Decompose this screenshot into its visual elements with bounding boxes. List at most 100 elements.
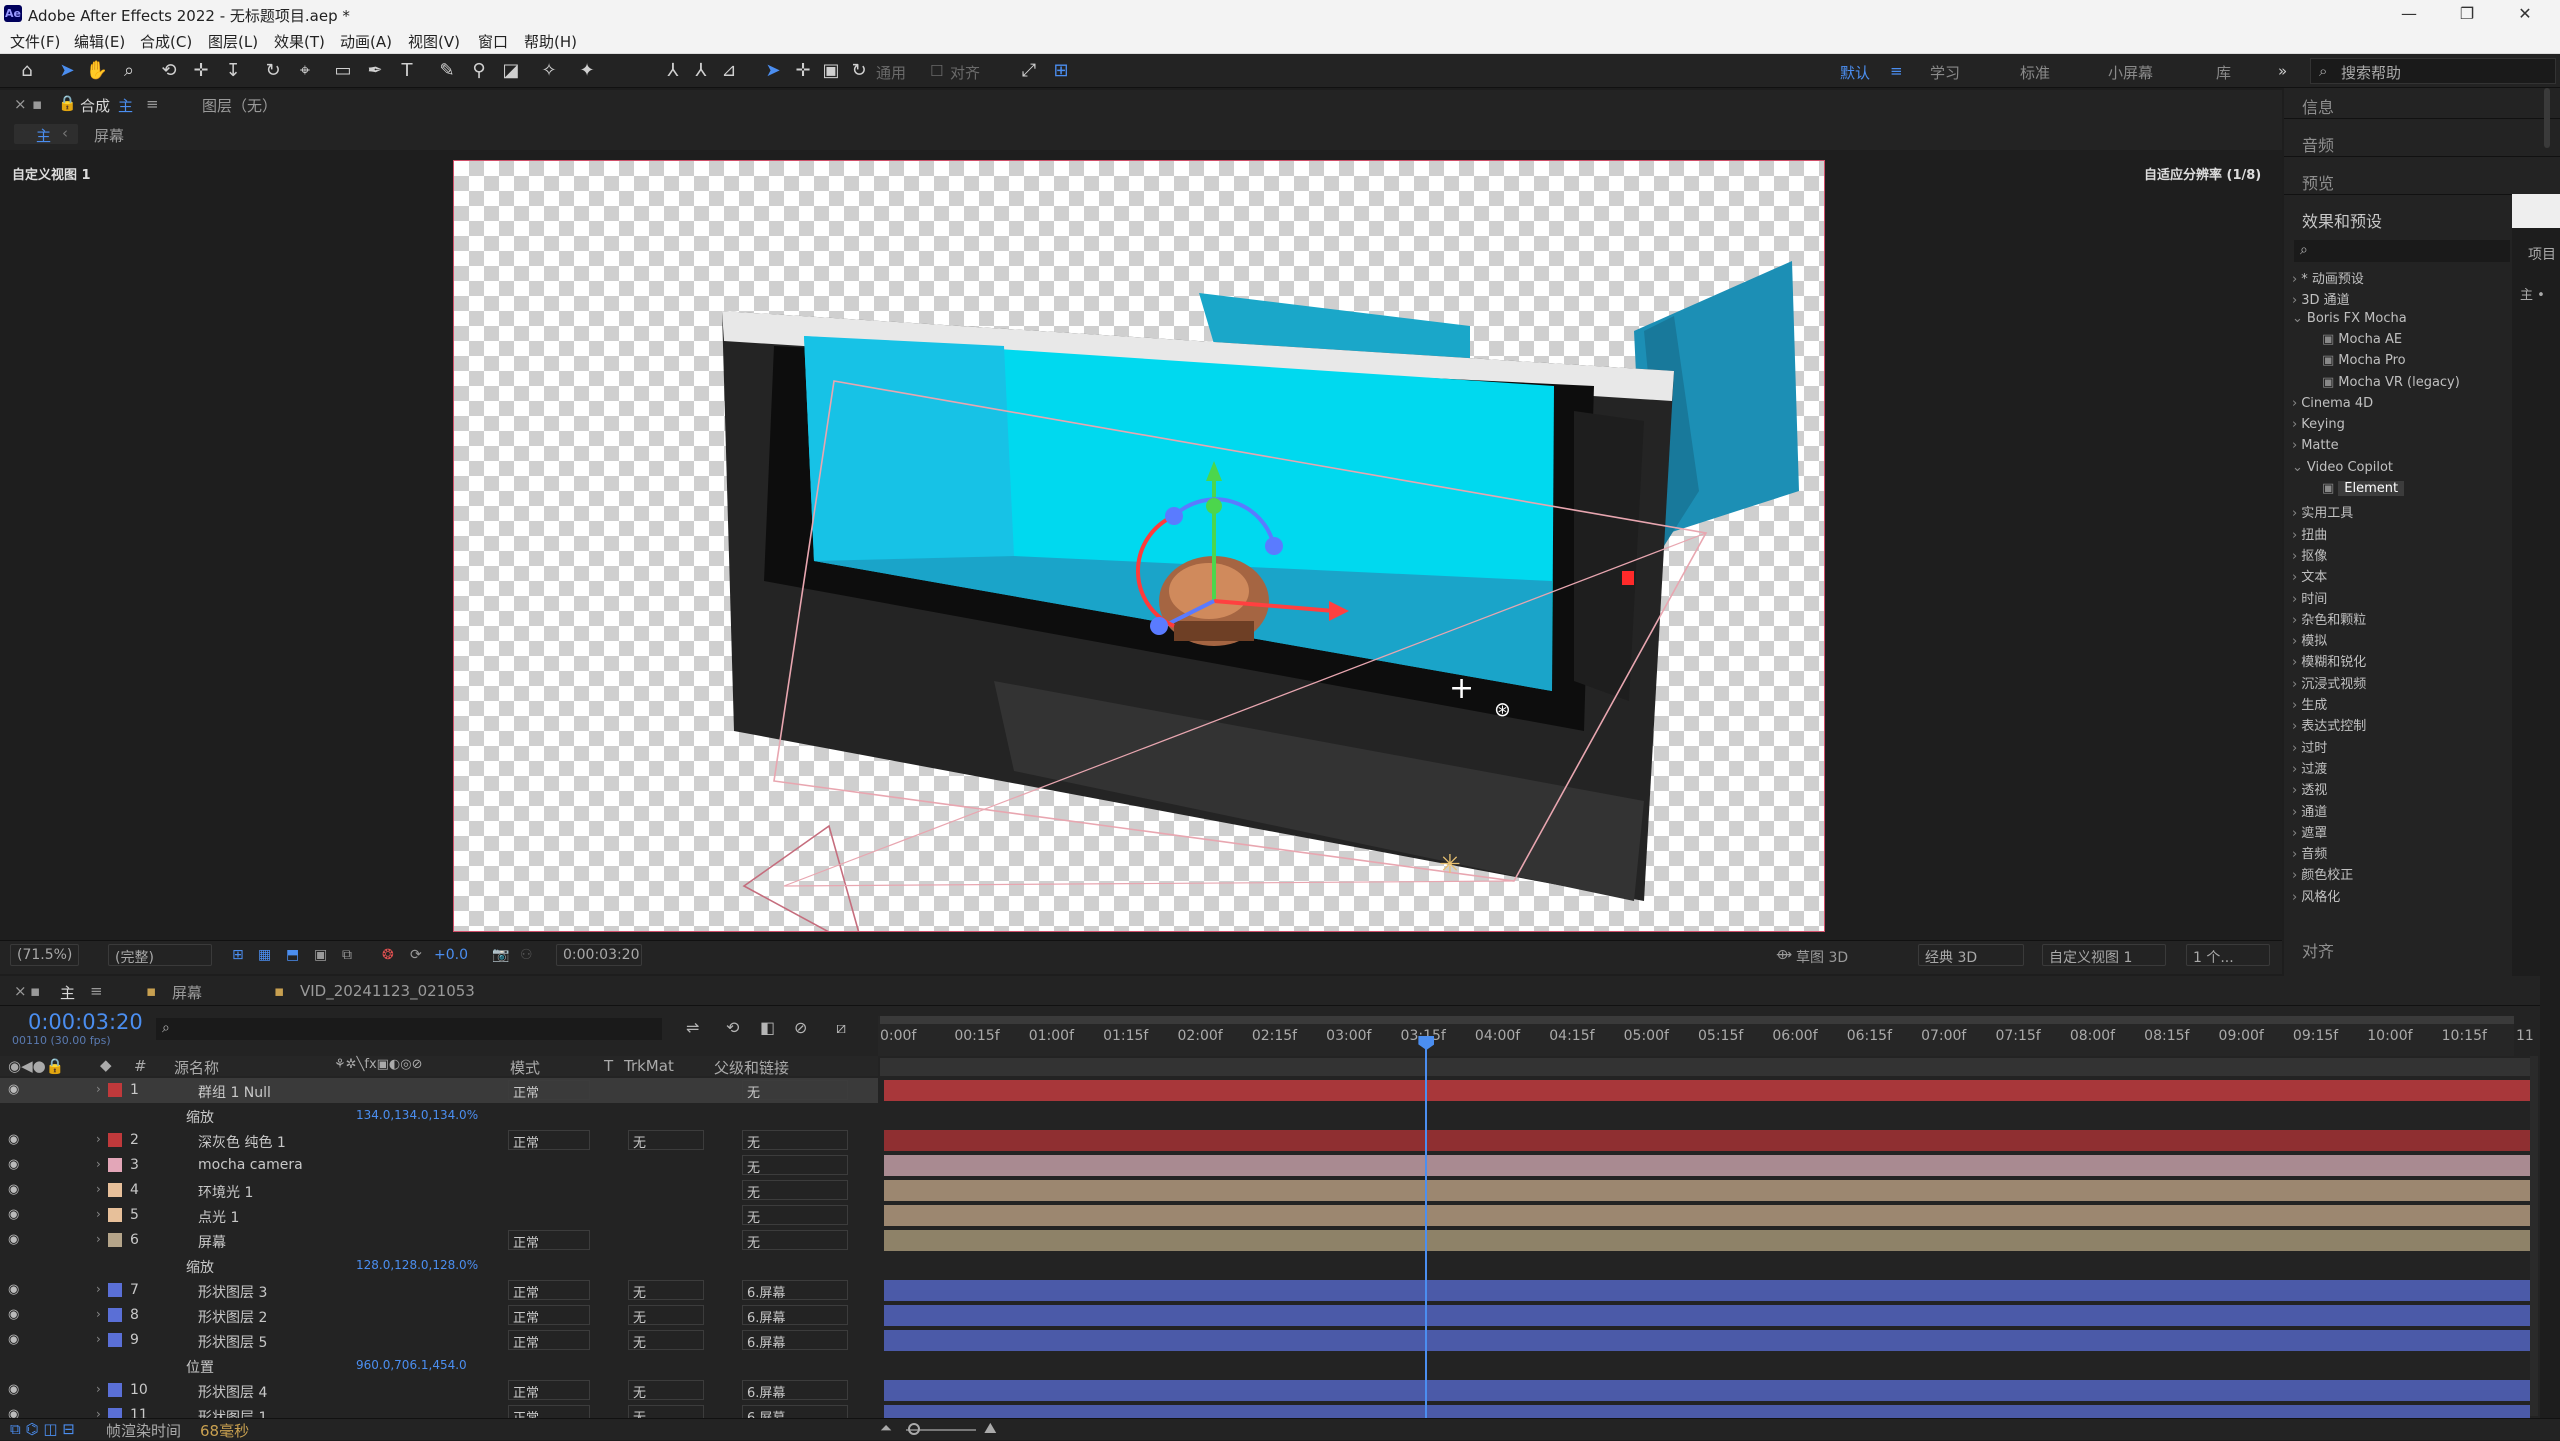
eye-icon[interactable]: ◉	[8, 1232, 19, 1247]
menu-edit[interactable]: 编辑(E)	[74, 31, 125, 52]
puppet-pin-icon[interactable]: ✦	[574, 58, 600, 84]
grid-snap-icon[interactable]: ⊞	[1048, 58, 1074, 84]
layer-color-swatch[interactable]	[108, 1183, 122, 1197]
align-panel-header[interactable]: 对齐	[2302, 938, 2334, 962]
preview-panel-header[interactable]: 预览	[2302, 170, 2334, 194]
effects-tree-item[interactable]: › 模糊和锐化	[2292, 651, 2366, 670]
composition-mini-flowchart-icon[interactable]: ⇌	[686, 1018, 699, 1037]
eye-icon[interactable]: ◉	[8, 1182, 19, 1197]
snap-select-icon[interactable]: ➤	[760, 58, 786, 84]
views-layout-icon[interactable]: ⧉	[342, 947, 352, 963]
snap-move-icon[interactable]: ✛	[790, 58, 816, 84]
effects-tree-item[interactable]: ⌄ Boris FX Mocha	[2292, 311, 2407, 326]
layer-duration-bar[interactable]	[884, 1155, 2530, 1176]
effects-panel-header[interactable]: 效果和预设	[2302, 208, 2382, 232]
parent-dropdown[interactable]: 无	[742, 1230, 848, 1251]
layer-row[interactable]: ◉ › 9 形状图层 5 正常 无 6.屏幕	[0, 1328, 878, 1353]
property-value[interactable]: 128.0,128.0,128.0%	[356, 1258, 478, 1272]
zoom-tool-icon[interactable]: ⌕	[116, 58, 142, 84]
workspace-small[interactable]: 小屏幕	[2108, 62, 2153, 83]
blend-mode-dropdown[interactable]: 正常	[508, 1330, 590, 1351]
chevron-right-icon[interactable]: ›	[96, 1082, 101, 1096]
layer-color-swatch[interactable]	[108, 1233, 122, 1247]
draft-3d-label[interactable]: 草图 3D	[1796, 947, 1848, 967]
effects-tree-item[interactable]: ▣ Mocha Pro	[2322, 353, 2406, 368]
world-axis-icon[interactable]: ⅄	[688, 58, 714, 84]
layer-name[interactable]: 形状图层 5	[198, 1332, 267, 1352]
blend-mode-dropdown[interactable]: 正常	[508, 1080, 590, 1101]
parent-dropdown[interactable]: 6.屏幕	[742, 1330, 848, 1351]
more-workspaces-icon[interactable]: »	[2278, 62, 2287, 80]
show-snapshot-icon[interactable]: ⚇	[520, 947, 533, 963]
trkmat-dropdown[interactable]: 无	[628, 1305, 704, 1326]
layer-search-input[interactable]: ⌕	[156, 1018, 662, 1040]
effects-tree-item[interactable]: ▣ Mocha AE	[2322, 332, 2402, 347]
effects-tree-item[interactable]: › 过时	[2292, 737, 2327, 756]
menu-layer[interactable]: 图层(L)	[208, 31, 258, 52]
layer-row[interactable]: ◉ › 10 形状图层 4 正常 无 6.屏幕	[0, 1378, 878, 1403]
snap-rotate-icon[interactable]: ↻	[846, 58, 872, 84]
close-timeline-icon[interactable]: ×	[14, 982, 27, 1000]
effects-tree-item[interactable]: › 模拟	[2292, 630, 2327, 649]
layer-row[interactable]: ◉ › 8 形状图层 2 正常 无 6.屏幕	[0, 1303, 878, 1328]
effects-tree-item[interactable]: › 实用工具	[2292, 502, 2353, 521]
effects-tree-item[interactable]: › * 动画预设	[2292, 268, 2364, 287]
parent-dropdown[interactable]: 无	[742, 1080, 848, 1101]
exposure-reset-icon[interactable]: ⟳	[410, 947, 422, 963]
layer-row[interactable]: ◉ › 5 点光 1 无	[0, 1203, 878, 1228]
property-value[interactable]: 960.0,706.1,454.0	[356, 1358, 467, 1372]
exposure-value[interactable]: +0.0	[434, 947, 468, 963]
effects-tree-item[interactable]: › 颜色校正	[2292, 864, 2353, 883]
pan-camera-icon[interactable]: ✛	[188, 58, 214, 84]
layer-duration-bar[interactable]	[884, 1230, 2530, 1251]
rotate-tool-icon[interactable]: ↻	[260, 58, 286, 84]
home-icon[interactable]: ⌂	[14, 58, 40, 84]
menu-help[interactable]: 帮助(H)	[524, 31, 577, 52]
layer-color-swatch[interactable]	[108, 1158, 122, 1172]
zoom-slider-knob[interactable]	[908, 1423, 920, 1435]
parent-dropdown[interactable]: 6.屏幕	[742, 1305, 848, 1326]
info-panel-header[interactable]: 信息	[2302, 94, 2334, 118]
effects-tree-item[interactable]: › Cinema 4D	[2292, 396, 2373, 411]
layer-duration-bar[interactable]	[884, 1205, 2530, 1226]
layer-name[interactable]: 群组 1 Null	[198, 1082, 271, 1102]
composition-canvas[interactable]: + ⊛ ✳	[453, 160, 1825, 932]
safe-margins-icon[interactable]: ⊞	[232, 947, 244, 963]
blend-mode-dropdown[interactable]: 正常	[508, 1380, 590, 1401]
parent-dropdown[interactable]: 无	[742, 1155, 848, 1176]
effects-tree-item[interactable]: › 杂色和颗粒	[2292, 609, 2366, 628]
layer-name[interactable]: 环境光 1	[198, 1182, 253, 1202]
eye-icon[interactable]: ◉	[8, 1157, 19, 1172]
help-search-input[interactable]: ⌕ 搜索帮助	[2310, 58, 2556, 84]
zoom-dropdown[interactable]: (71.5%)	[10, 944, 80, 966]
layer-row[interactable]: ◉ › 6 屏幕 正常 无	[0, 1228, 878, 1253]
effects-tree-item[interactable]: › 表达式控制	[2292, 715, 2366, 734]
timeline-scrollbar[interactable]	[2530, 1056, 2538, 1416]
layer-color-swatch[interactable]	[108, 1283, 122, 1297]
layer-duration-bar[interactable]	[884, 1380, 2530, 1401]
blend-mode-dropdown[interactable]: 正常	[508, 1130, 590, 1151]
expand-tool-icon[interactable]: ⤢	[1016, 58, 1042, 84]
chevron-right-icon[interactable]: ›	[96, 1282, 101, 1296]
blend-mode-dropdown[interactable]: 正常	[508, 1280, 590, 1301]
channel-icon[interactable]: ❂	[382, 947, 394, 963]
effects-tree-item[interactable]: › 透视	[2292, 779, 2327, 798]
blend-mode-dropdown[interactable]: 正常	[508, 1305, 590, 1326]
snapshot-icon[interactable]: 📷	[492, 947, 509, 963]
shy-layers-icon[interactable]: ◧	[760, 1018, 775, 1037]
layer-duration-bar[interactable]	[884, 1305, 2530, 1326]
subtab-main-bg[interactable]: 主 ‹	[14, 124, 78, 145]
zoom-in-icon[interactable]: ⛰	[984, 1419, 997, 1437]
effects-tree-item[interactable]: › 沉浸式视频	[2292, 673, 2366, 692]
menu-file[interactable]: 文件(F)	[10, 31, 60, 52]
orbit-camera-icon[interactable]: ⟲	[156, 58, 182, 84]
effects-tree-item[interactable]: › Keying	[2292, 417, 2345, 432]
layer-name[interactable]: 形状图层 4	[198, 1382, 267, 1402]
view-axis-icon[interactable]: ⊿	[716, 58, 742, 84]
menu-animation[interactable]: 动画(A)	[340, 31, 392, 52]
parent-dropdown[interactable]: 6.屏幕	[742, 1380, 848, 1401]
project-panel-tab[interactable]	[2512, 194, 2560, 228]
eye-icon[interactable]: ◉	[8, 1282, 19, 1297]
restore-icon[interactable]: ❐	[2452, 4, 2482, 23]
layer-duration-bar[interactable]	[884, 1130, 2530, 1151]
